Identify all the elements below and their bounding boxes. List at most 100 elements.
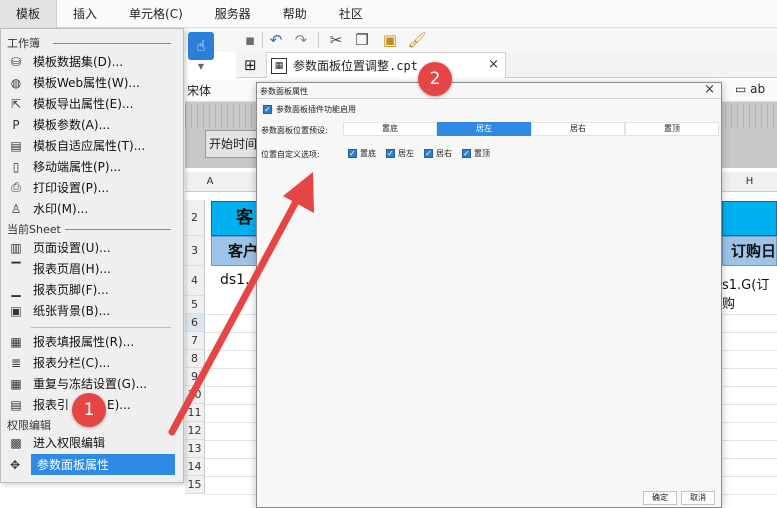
row-header[interactable]: 7: [185, 332, 205, 350]
menu-item-parameters[interactable]: P 模板参数(A)...: [7, 114, 175, 135]
database-icon: ⛁: [10, 54, 22, 69]
menu-item-page-setup[interactable]: ▥ 页面设置(U)...: [7, 237, 175, 258]
row-header[interactable]: 12: [185, 422, 205, 440]
preset-label: 参数面板位置预设:: [261, 126, 328, 135]
menu-cell[interactable]: 单元格(C): [113, 0, 199, 28]
preset-bottom[interactable]: 置底: [343, 122, 437, 136]
preset-left[interactable]: 居左: [437, 122, 531, 136]
checkbox-checked-icon: ✓: [386, 149, 395, 158]
option-right-checkbox[interactable]: ✓ 居右: [424, 148, 452, 159]
option-label: 居右: [436, 149, 452, 158]
cancel-button[interactable]: 取消: [681, 491, 715, 505]
redo-icon[interactable]: ↷: [291, 30, 311, 50]
menu-insert[interactable]: 插入: [57, 0, 113, 28]
menu-item-label: 报表页眉(H)...: [33, 262, 111, 276]
menu-server[interactable]: 服务器: [199, 0, 267, 28]
text-tool-button[interactable]: ▭ ab: [735, 82, 765, 96]
page-setup-icon: ▥: [10, 240, 22, 255]
row-header[interactable]: 6: [185, 314, 205, 332]
copy-icon[interactable]: ❐: [352, 30, 372, 50]
corner-cell[interactable]: [185, 172, 205, 192]
section-permission-title: 权限编辑: [7, 419, 51, 432]
option-left-checkbox[interactable]: ✓ 居左: [386, 148, 414, 159]
menu-item-label: 移动端属性(P)...: [33, 160, 122, 174]
cut-icon[interactable]: ✂: [326, 30, 346, 50]
menu-item-dataset[interactable]: ⛁ 模板数据集(D)...: [7, 51, 175, 72]
menu-item-label: 报表引: [33, 398, 70, 412]
data-cell-ds1-g[interactable]: s1.G(订购: [722, 274, 777, 312]
menu-item-columns[interactable]: ≣ 报表分栏(C)...: [7, 352, 175, 373]
menu-help[interactable]: 帮助: [267, 0, 323, 28]
format-brush-icon[interactable]: 🖌: [407, 30, 427, 50]
data-cell-ds1[interactable]: ds1.: [220, 272, 250, 288]
ok-button[interactable]: 确定: [643, 491, 677, 505]
column-header-a[interactable]: A: [205, 172, 215, 192]
move-icon-holder: ✥: [7, 454, 31, 475]
save-icon[interactable]: ▪: [240, 30, 260, 50]
row-header[interactable]: 15: [185, 476, 205, 494]
row-header[interactable]: 9: [185, 368, 205, 386]
enable-plugin-checkbox[interactable]: ✓ 参数面板插件功能启用: [263, 104, 356, 115]
title-cell[interactable]: 客: [211, 201, 261, 236]
annotation-badge-2: 2: [418, 62, 452, 96]
tab-template-file[interactable]: ▦ 参数面板位置调整.cpt ×: [266, 52, 506, 78]
menu-item-web-attr[interactable]: ◍ 模板Web属性(W)...: [7, 72, 175, 93]
designer-window: 模板 插入 单元格(C) 服务器 帮助 社区 ☝ ▼ ▪ ↶ ↷ ✂ ❐ ▣ 🖌…: [0, 0, 777, 508]
header-cell-order-date[interactable]: 订购日: [722, 236, 777, 266]
menu-item-autofit[interactable]: ▤ 模板自适应属性(T)...: [7, 135, 175, 156]
menu-item-parameter-panel-attr[interactable]: 参数面板属性: [31, 454, 175, 475]
row-header[interactable]: 4: [185, 266, 205, 296]
checkbox-checked-icon: ✓: [424, 149, 433, 158]
watermark-icon: ♙: [10, 201, 22, 216]
option-bottom-checkbox[interactable]: ✓ 置底: [348, 148, 376, 159]
paste-icon[interactable]: ▣: [380, 30, 400, 50]
freeze-icon: ▦: [10, 376, 22, 391]
move-icon: ✥: [9, 457, 21, 472]
menu-item-label: 模板参数(A)...: [33, 118, 111, 132]
grid-icon[interactable]: ⊞: [244, 56, 257, 74]
menu-item-label-suffix: E)...: [107, 397, 131, 412]
menu-item-permission-edit[interactable]: ▩ 进入权限编辑: [7, 432, 175, 453]
menu-item-fill-attr[interactable]: ▦ 报表填报属性(R)...: [7, 331, 175, 352]
menu-item-mobile[interactable]: ▯ 移动端属性(P)...: [7, 156, 175, 177]
preset-top[interactable]: 置顶: [625, 122, 719, 136]
column-header-h[interactable]: H: [722, 172, 777, 192]
menu-community[interactable]: 社区: [323, 0, 379, 28]
menu-template[interactable]: 模板: [0, 0, 58, 28]
hand-icon: ☝: [188, 32, 214, 60]
row-header[interactable]: 5: [185, 296, 205, 314]
menu-item-export-attr[interactable]: ⇱ 模板导出属性(E)...: [7, 93, 175, 114]
section-workbook-title: 工作簿: [7, 37, 40, 50]
row-header[interactable]: 13: [185, 440, 205, 458]
close-icon[interactable]: ×: [488, 57, 499, 72]
close-icon[interactable]: ×: [704, 82, 715, 97]
mobile-icon: ▯: [12, 159, 20, 174]
menu-item-freeze[interactable]: ▦ 重复与冻结设置(G)...: [7, 373, 175, 394]
engine-icon: ▤: [10, 397, 22, 412]
menu-item-page-header[interactable]: ▔ 报表页眉(H)...: [7, 258, 175, 279]
menu-item-print[interactable]: ⎙ 打印设置(P)...: [7, 177, 175, 198]
text-box-icon: ▭: [735, 82, 751, 96]
row-header[interactable]: 11: [185, 404, 205, 422]
row-header[interactable]: 8: [185, 350, 205, 368]
paper-background-icon: ▣: [10, 303, 22, 318]
title-cell-right[interactable]: [722, 201, 777, 236]
header-cell-customer[interactable]: 客户: [211, 236, 261, 266]
row-header[interactable]: 3: [185, 236, 205, 266]
menu-item-watermark[interactable]: ♙ 水印(M)...: [7, 198, 175, 219]
font-family-select[interactable]: 宋体: [185, 82, 257, 100]
preset-right[interactable]: 居右: [531, 122, 625, 136]
row-header[interactable]: 2: [185, 200, 205, 236]
option-top-checkbox[interactable]: ✓ 置顶: [462, 148, 490, 159]
menu-item-label: 进入权限编辑: [33, 436, 106, 450]
menu-item-label: 模板导出属性(E)...: [33, 97, 134, 111]
tab-label: 参数面板位置调整.cpt: [293, 59, 418, 73]
template-tool-button[interactable]: ☝ ▼: [188, 32, 214, 74]
menu-item-paper-background[interactable]: ▣ 纸张背景(B)...: [7, 300, 175, 321]
row-header[interactable]: 14: [185, 458, 205, 476]
row-header[interactable]: 10: [185, 386, 205, 404]
undo-icon[interactable]: ↶: [266, 30, 286, 50]
parameter-panel-dialog: 参数面板属性 × ✓ 参数面板插件功能启用 参数面板位置预设: 置底 居左 居右…: [256, 82, 722, 508]
menu-item-page-footer[interactable]: ▁ 报表页脚(F)...: [7, 279, 175, 300]
menu-item-label: 纸张背景(B)...: [33, 304, 111, 318]
